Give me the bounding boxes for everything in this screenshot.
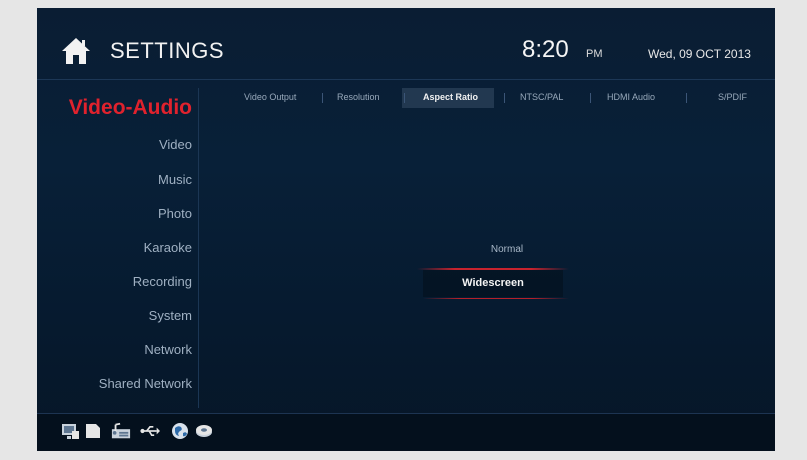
tab-bar: Video Output Resolution Aspect Ratio NTS… — [207, 84, 767, 104]
status-bar — [37, 414, 775, 451]
tab-spdif[interactable]: S/PDIF — [718, 92, 747, 102]
sidebar-section-title[interactable]: Video-Audio — [68, 96, 192, 120]
tab-resolution[interactable]: Resolution — [337, 92, 380, 102]
tab-separator — [404, 93, 405, 103]
card-icon — [86, 424, 100, 438]
sidebar-item-video[interactable]: Video — [57, 137, 192, 152]
sidebar-item-network[interactable]: Network — [57, 342, 192, 357]
tab-ntsc-pal[interactable]: NTSC/PAL — [520, 92, 563, 102]
sidebar-item-music[interactable]: Music — [57, 172, 192, 187]
home-icon[interactable] — [60, 35, 92, 67]
option-widescreen[interactable]: Widescreen — [427, 277, 559, 289]
date-display: Wed, 09 OCT 2013 — [648, 47, 751, 61]
music-library-icon — [111, 422, 131, 439]
sidebar-divider — [198, 88, 199, 408]
sidebar-item-karaoke[interactable]: Karaoke — [57, 240, 192, 255]
usb-icon — [140, 426, 160, 436]
tab-separator — [322, 93, 323, 103]
page-title: SETTINGS — [110, 38, 225, 63]
sidebar-item-shared-network[interactable]: Shared Network — [57, 376, 192, 391]
tab-aspect-ratio[interactable]: Aspect Ratio — [423, 92, 478, 102]
tab-video-output[interactable]: Video Output — [244, 92, 296, 102]
sidebar-item-photo[interactable]: Photo — [57, 206, 192, 221]
settings-screen: SETTINGS 8:20 PM Wed, 09 OCT 2013 Video-… — [37, 8, 775, 451]
clock-ampm: PM — [586, 48, 603, 60]
globe-icon — [172, 423, 188, 439]
network-drive-icon — [196, 425, 212, 437]
screen-icon — [62, 424, 79, 439]
tab-separator — [686, 93, 687, 103]
header-divider — [37, 79, 775, 80]
selection-line-bottom — [423, 298, 569, 299]
clock-time: 8:20 — [522, 36, 569, 63]
tab-hdmi-audio[interactable]: HDMI Audio — [607, 92, 655, 102]
tab-separator — [590, 93, 591, 103]
sidebar-item-system[interactable]: System — [57, 308, 192, 323]
sidebar-item-recording[interactable]: Recording — [57, 274, 192, 289]
option-normal[interactable]: Normal — [427, 244, 587, 255]
tab-separator — [504, 93, 505, 103]
